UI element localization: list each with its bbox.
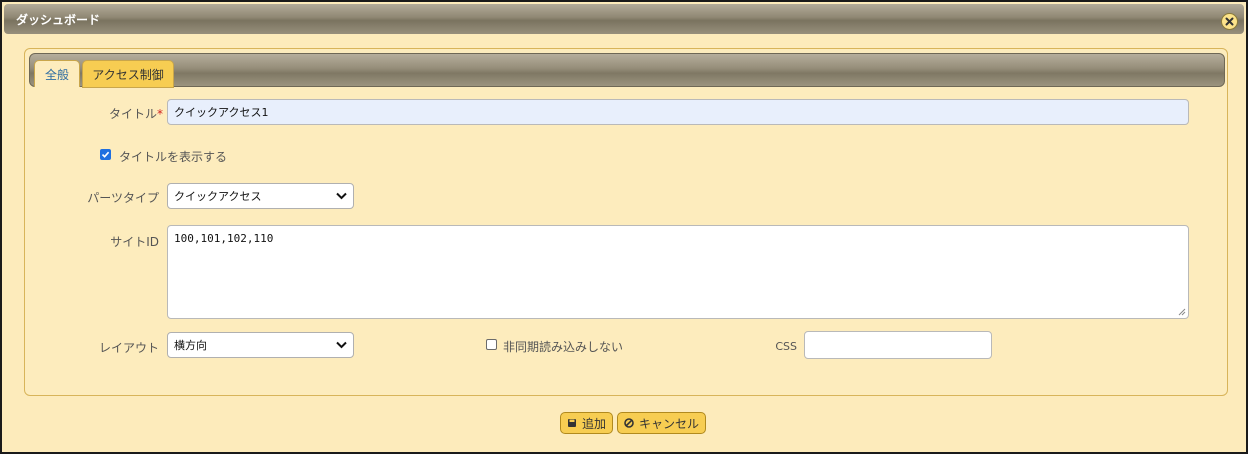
layout-label: レイアウト [98, 341, 159, 355]
tab-bar: 全般 アクセス制御 [29, 53, 1225, 88]
cancel-icon [624, 418, 634, 428]
dialog-title: ダッシュボード [16, 13, 101, 27]
save-icon [568, 419, 576, 427]
tab-general[interactable]: 全般 [34, 60, 80, 87]
site-id-label: サイトID [110, 235, 159, 249]
title-input-value: クイックアクセス1 [174, 106, 269, 119]
chevron-down-icon [336, 341, 347, 349]
cancel-button[interactable]: キャンセル [617, 412, 707, 434]
title-input[interactable]: クイックアクセス1 [167, 99, 1189, 125]
title-label-text: タイトル [108, 107, 157, 121]
dashboard-dialog: ダッシュボード 全般 アクセス制御 タイトル* クイックアクセス1 タイトルを表… [0, 0, 1248, 454]
dialog-titlebar[interactable]: ダッシュボード [4, 4, 1244, 34]
cancel-button-label: キャンセル [639, 416, 700, 431]
close-icon [1225, 17, 1234, 26]
tab-access-control-label: アクセス制御 [92, 67, 164, 82]
form-panel: 全般 アクセス制御 タイトル* クイックアクセス1 タイトルを表示する パーツタ… [24, 48, 1228, 396]
chevron-down-icon [336, 192, 347, 200]
site-id-value: 100,101,102,110 [174, 232, 274, 245]
parts-type-select[interactable]: クイックアクセス [167, 183, 354, 209]
site-id-textarea[interactable]: 100,101,102,110 [167, 225, 1189, 319]
title-label: タイトル* [85, 105, 163, 122]
css-input[interactable] [804, 331, 992, 359]
tab-general-label: 全般 [44, 67, 69, 82]
show-title-checkbox[interactable] [100, 149, 111, 160]
checkmark-icon [101, 151, 110, 158]
add-button[interactable]: 追加 [560, 412, 614, 434]
tab-access-control[interactable]: アクセス制御 [82, 60, 174, 88]
resize-handle-icon[interactable] [1178, 308, 1186, 316]
close-button[interactable] [1221, 13, 1238, 30]
async-load-label: 非同期読み込みしない [503, 340, 624, 354]
async-load-checkbox[interactable] [486, 339, 497, 350]
show-title-label: タイトルを表示する [119, 150, 228, 164]
css-label: CSS [775, 340, 797, 353]
required-mark: * [157, 107, 163, 121]
parts-type-label: パーツタイプ [87, 191, 159, 205]
layout-select[interactable]: 横方向 [167, 332, 354, 358]
parts-type-value: クイックアクセス [174, 190, 262, 203]
layout-value: 横方向 [174, 339, 207, 352]
add-button-label: 追加 [582, 416, 607, 431]
